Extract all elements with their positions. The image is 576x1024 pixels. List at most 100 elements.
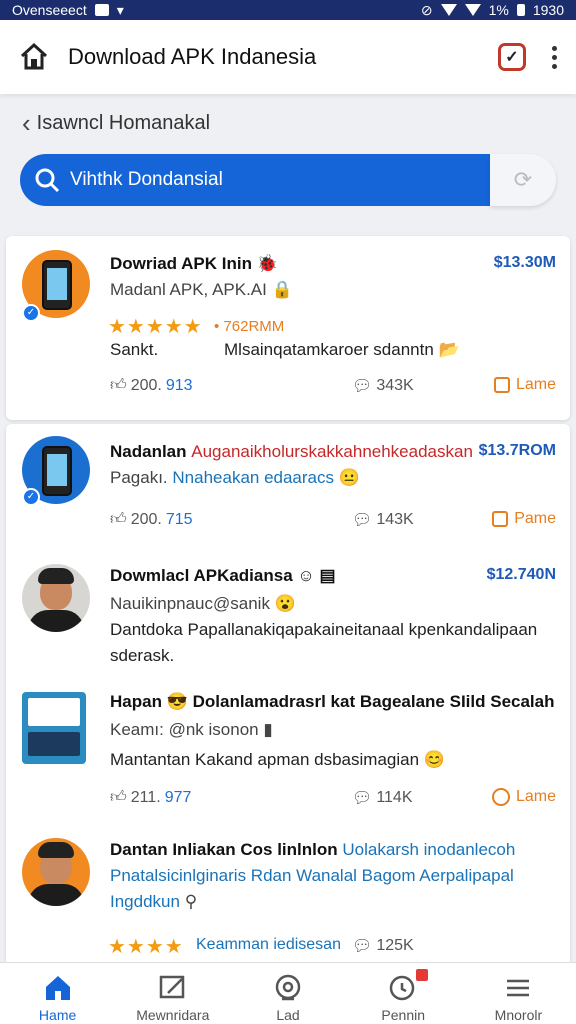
circle-icon [491,788,510,806]
emoji-icon: 😐 [338,468,360,487]
user-avatar [22,838,90,906]
headset-icon [275,974,301,1001]
lock-icon: 🔒 [271,280,293,299]
listing-price: $13.30M [493,254,556,271]
app-thumbnail [22,692,86,764]
nav-notifications[interactable]: Pennin [346,963,461,1024]
listing-subtitle: Pnatalsicinlginaris Rdan Wanalal Bagom A… [110,866,514,885]
menu-icon [507,979,530,997]
comment-icon: 💬︎ [352,938,373,955]
comment-count[interactable]: 💬︎ 125K [352,936,414,956]
nav-home[interactable]: Hame [0,963,115,1024]
listing-desc: Dantdoka Papallanakiqapakaineitanaal kpe… [110,620,538,639]
listing-title: Nadanlan Auganaikholurskakkahnehkeadaska… [110,442,473,461]
chat-icon: ☺ [297,566,315,585]
emoji-icon: 😊 [423,750,445,769]
listing-price: $13.7ROM [478,442,556,459]
listing-desc-right: Mlsainqatamkaroer sdanntn 📂 [224,340,460,359]
status-bar: Ovenseeect ▾ ⊘ 1% 1930 [0,0,576,20]
more-vert-icon[interactable] [552,45,558,69]
nav-menu[interactable]: Mnorolr [461,963,576,1024]
nav-label: Mewnridara [136,1007,210,1023]
battery-percent: 1% [488,2,509,18]
like-count[interactable]: 👍︎ 200. 715 [110,510,193,529]
thumbs-up-icon: 👍︎ [110,789,127,806]
listing-subtitle: Nauikinpnauc@sanik 😮 [110,594,296,613]
back-chevron-icon[interactable]: ‹ [22,108,31,139]
nav-headset[interactable]: Lad [230,963,345,1024]
search-icon [35,168,60,193]
status-time: 1930 [532,2,564,18]
star-rating: ★★★★ [108,936,184,958]
status-left-text: Ovenseeect [12,2,87,18]
action-button[interactable]: Pame [492,510,556,528]
breadcrumb[interactable]: ‹ Isawncl Homanakal [22,108,210,139]
comment-icon: 💬︎ [352,378,373,395]
checkbox-icon[interactable]: ✓ [498,43,526,71]
bug-icon: 🐞 [256,254,278,273]
action-button[interactable]: Lame [493,376,556,394]
emoji-icon: 😎 [166,692,188,711]
nav-edit[interactable]: Mewnridara [115,963,230,1024]
comment-count[interactable]: 💬︎ 143K [352,510,414,530]
bottom-nav: Hame Mewnridara Lad Pennin Mnorolr [0,962,576,1024]
emoji-icon: 😮 [274,594,296,613]
listing-title: Dowmlacl APKadiansa ☺ ▤ [110,566,336,585]
listing-subtitle: Pagakı. Nnaheakan edaaracs 😐 [110,468,360,487]
comment-icon: 💬︎ [352,790,373,807]
listing-card[interactable]: ✓ Dowriad APK Inin 🐞 $13.30M Madanl APK,… [6,236,570,420]
listing-subtitle: Madanl APK, APK.AI 🔒 [110,280,293,299]
nav-label: Hame [38,1007,77,1023]
mute-icon: ⊘ [420,1,433,18]
star-rating: ★★★★★ [108,316,203,338]
listing-subtitle: Ingddkun ⚲ [110,892,198,911]
listing-card[interactable]: ✓ Nadanlan Auganaikholurskakkahnehkeadas… [6,424,570,984]
home-icon[interactable] [18,41,50,73]
page-title: Download APK Indanesia [68,44,317,69]
signal-icon [464,4,481,16]
dropdown-arrow-icon: ▾ [116,1,124,18]
app-bar: Download APK Indanesia ✓ [0,20,576,94]
notification-icon [389,975,415,1001]
home-icon [45,976,70,1000]
listing-title: Dantan Inliakan Cos linlnlon Uolakarsh i… [110,840,516,859]
search-value: Vihthk Dondansial [70,169,223,190]
nav-label: Lad [276,1007,300,1023]
comment-count[interactable]: 💬︎ 343K [352,376,414,396]
verified-badge-icon: ✓ [22,488,40,506]
thumbs-up-icon: 👍︎ [110,377,127,394]
rating-count: • 762RMM [214,318,285,335]
listing-price: $12.740N [486,566,556,583]
listing-desc: Mantantan Kakand apman dsbasimagian 😊 [110,750,445,769]
verified-badge-icon: ✓ [22,304,40,322]
nav-label: Pennin [381,1007,425,1023]
user-avatar [22,564,90,632]
badge-icon: ▮ [263,720,273,739]
refresh-icon[interactable]: ⟳ [490,154,556,206]
search-input[interactable]: Vihthk Dondansial [20,154,498,206]
listing-desc-left: Sankt. [110,340,159,359]
listing-desc: sderask. [110,646,175,665]
notification-badge [415,969,428,981]
pin-icon: ⚲ [184,892,198,911]
listing-subtitle: Keamı: @nk isonon ▮ [110,720,273,739]
document-icon: ▤ [319,566,336,585]
folder-icon: 📂 [438,340,460,359]
breadcrumb-label: Isawncl Homanakal [36,112,211,134]
comment-icon: 💬︎ [352,512,373,529]
listing-title: Dowriad APK Inin 🐞 [110,254,278,273]
like-count[interactable]: 👍︎ 211. 977 [110,788,191,807]
listing-title: Hapan 😎 Dolanlamadrasrl kat Bagealane SI… [110,692,555,711]
rating-text: Keamman iedisesan [196,936,341,953]
search-bar: Vihthk Dondansial ⟳ [20,154,556,206]
like-count[interactable]: 👍︎ 200. 913 [110,376,193,395]
notification-icon [94,4,109,16]
share-icon [492,511,509,527]
battery-icon [516,4,525,16]
wifi-icon [440,4,457,16]
action-button[interactable]: Lame [491,788,556,806]
home-outline-icon [493,377,510,393]
nav-label: Mnorolr [494,1007,543,1023]
comment-count[interactable]: 💬︎ 114K [352,788,413,808]
edit-icon [159,975,185,999]
